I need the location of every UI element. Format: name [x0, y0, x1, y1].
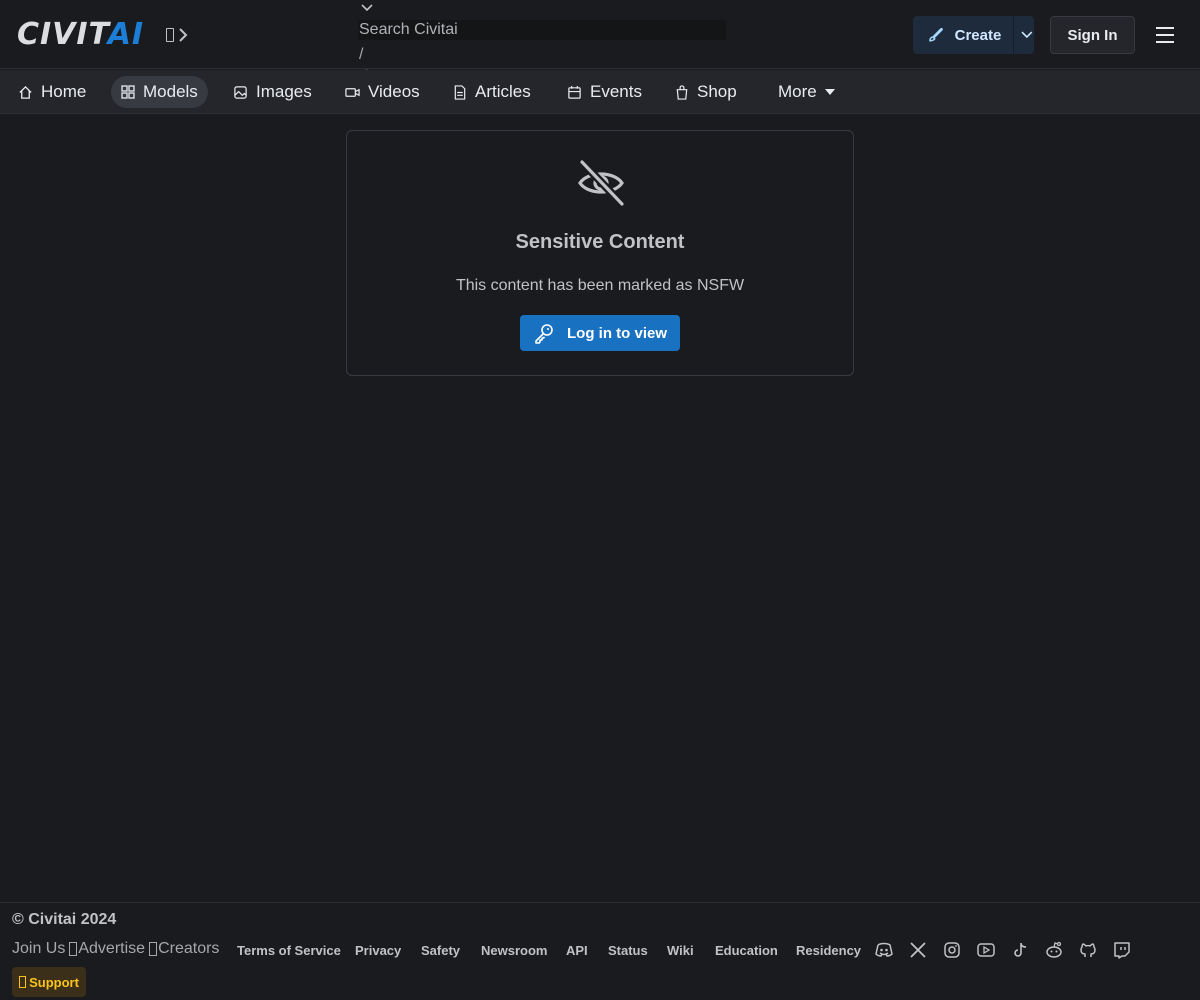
footer-link[interactable]: API	[566, 943, 588, 958]
nav-label: Articles	[475, 82, 531, 101]
missing-glyph-icon	[149, 942, 158, 956]
nav-item-videos[interactable]: Videos	[335, 76, 430, 108]
create-label: Create	[954, 26, 1002, 44]
missing-glyph-icon	[19, 976, 27, 988]
reddit-icon[interactable]	[1044, 940, 1064, 960]
nav-label: Shop	[697, 82, 737, 101]
login-label: Log in to view	[567, 324, 667, 342]
grid-icon	[121, 85, 135, 99]
creators-link[interactable]: Creators	[158, 940, 219, 958]
nav-label: Models	[143, 82, 198, 101]
header: CIVITAI / Create Sign In	[0, 0, 1200, 69]
nav-item-home[interactable]: Home	[8, 76, 96, 108]
missing-glyph-icon	[69, 942, 78, 956]
twitch-icon[interactable]	[1112, 940, 1132, 960]
nav-item-shop[interactable]: Shop	[665, 76, 747, 108]
advertise-link[interactable]: Advertise	[78, 940, 145, 958]
chevron-down-icon[interactable]	[360, 3, 374, 13]
social-links	[874, 940, 1132, 960]
footer-link[interactable]: Newsroom	[481, 943, 547, 958]
instagram-icon[interactable]	[942, 940, 962, 960]
card-description: This content has been marked as NSFW	[455, 277, 745, 294]
civitai-logo[interactable]: CIVITAI	[17, 20, 159, 50]
nav-label: Home	[41, 82, 87, 101]
chevron-down-icon[interactable]	[1020, 30, 1034, 40]
brush-icon	[929, 28, 943, 42]
chevron-right-icon	[179, 28, 188, 42]
card-title: Sensitive Content	[515, 231, 685, 253]
nav-item-models[interactable]: Models	[111, 76, 208, 108]
sensitive-content-card: Sensitive Content This content has been …	[346, 130, 854, 376]
log-in-to-view-button[interactable]: Log in to view	[520, 315, 680, 351]
shopping-bag-icon	[676, 84, 688, 100]
nav-label: Videos	[368, 82, 420, 101]
caret-down-icon	[824, 89, 835, 95]
logo-text-ai: AI	[107, 17, 145, 52]
footer-link[interactable]: Residency	[796, 943, 861, 958]
footer-link[interactable]: Terms of Service	[237, 943, 341, 958]
footer-link[interactable]: Wiki	[667, 943, 694, 958]
nav-label: More	[778, 82, 817, 101]
join-us-link[interactable]: Join Us	[12, 940, 65, 958]
logo-extra[interactable]	[166, 24, 188, 46]
nav-item-articles[interactable]: Articles	[443, 76, 541, 108]
footer-link[interactable]: Privacy	[355, 943, 401, 958]
logo-text-civit: CIVIT	[17, 17, 108, 52]
x-icon[interactable]	[908, 940, 928, 960]
footer-primary-links: Join Us Advertise Creators	[12, 940, 219, 958]
youtube-icon[interactable]	[976, 940, 996, 960]
tiktok-icon[interactable]	[1010, 940, 1030, 960]
footer-link[interactable]: Status	[608, 943, 648, 958]
footer-link[interactable]: Education	[715, 943, 778, 958]
discord-icon[interactable]	[874, 940, 894, 960]
nav-item-events[interactable]: Events	[557, 76, 652, 108]
support-label: Support	[29, 974, 79, 990]
support-button[interactable]: Support	[12, 967, 86, 997]
main-nav: Home Models Images Videos Articles Event…	[0, 70, 1200, 114]
photo-icon	[234, 85, 247, 99]
copyright: © Civitai 2024	[12, 911, 117, 928]
nav-label: Images	[256, 82, 312, 101]
eye-off-icon	[578, 159, 625, 207]
footer: © Civitai 2024 Join Us Advertise Creator…	[0, 902, 1200, 1000]
missing-glyph-icon	[166, 28, 174, 42]
search-shortcut: /	[359, 46, 364, 63]
nav-item-images[interactable]: Images	[223, 76, 322, 108]
home-icon	[19, 85, 32, 99]
create-divider	[1013, 16, 1015, 54]
sign-in-button[interactable]: Sign In	[1050, 16, 1135, 54]
file-text-icon	[454, 84, 466, 100]
nav-label: Events	[590, 82, 642, 101]
search-input[interactable]	[358, 20, 726, 40]
footer-link[interactable]: Safety	[421, 943, 460, 958]
create-button[interactable]: Create	[913, 16, 1034, 54]
key-icon	[535, 324, 553, 344]
calendar-icon	[568, 85, 581, 99]
video-icon	[345, 87, 360, 97]
nav-item-more[interactable]: More	[768, 76, 845, 108]
github-icon[interactable]	[1078, 940, 1098, 960]
menu-icon[interactable]	[1155, 26, 1175, 44]
